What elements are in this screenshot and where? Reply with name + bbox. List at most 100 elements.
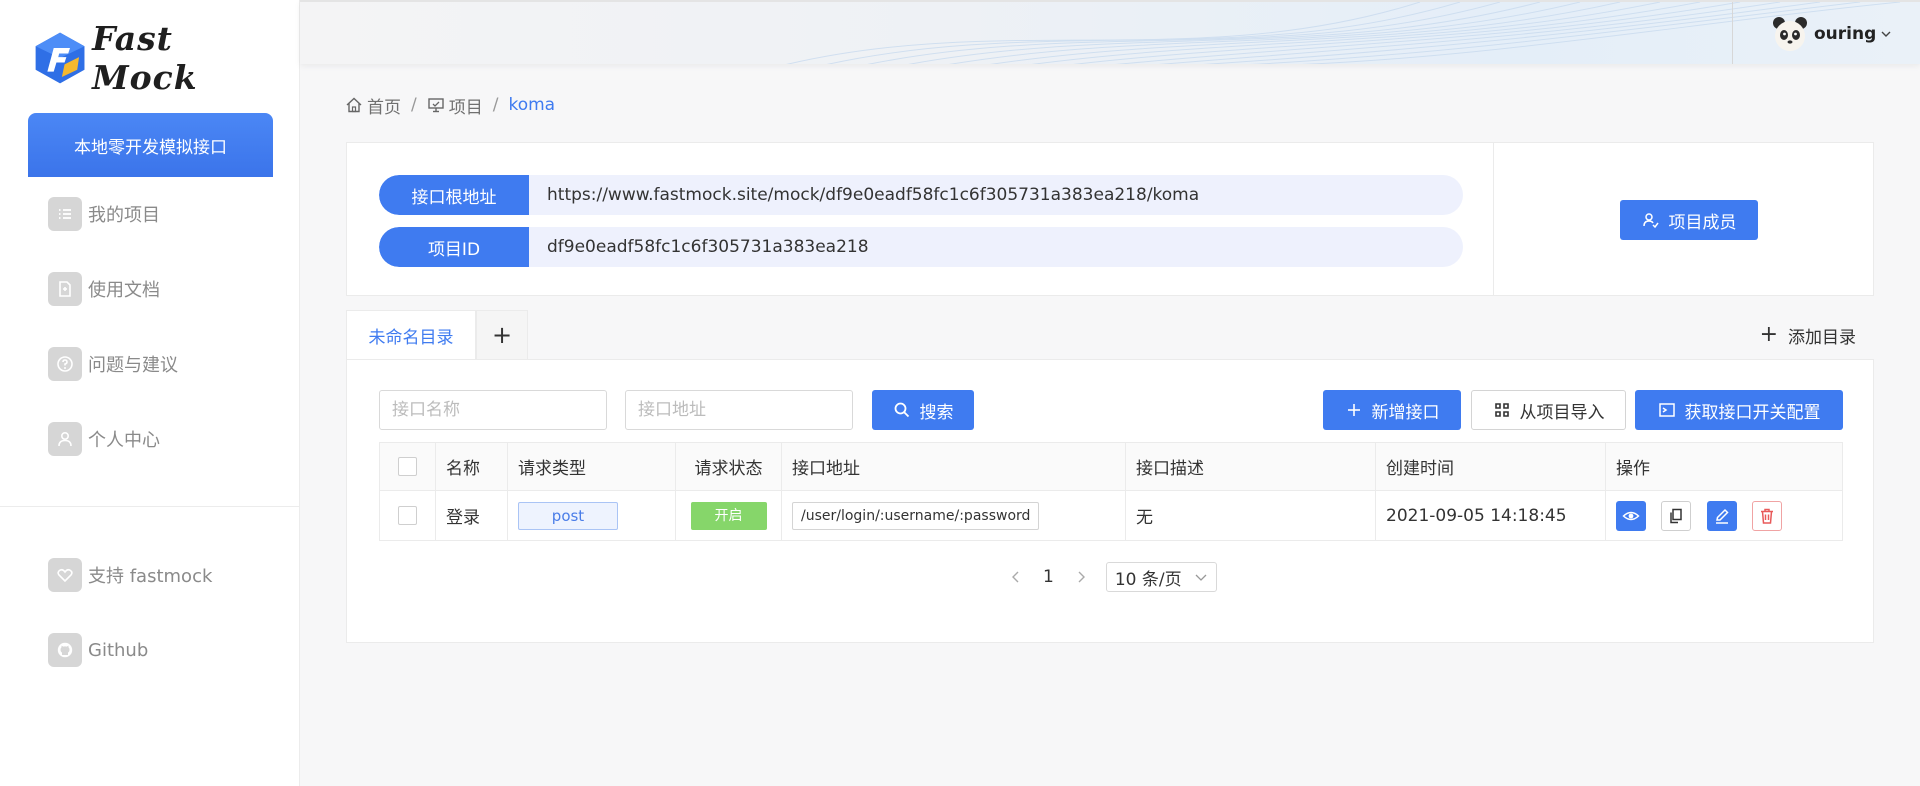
sidebar-item-label: 支持 fastmock xyxy=(88,566,213,587)
breadcrumb-current: koma xyxy=(508,95,556,115)
header-actions: 操作 xyxy=(1605,442,1843,491)
breadcrumb-separator: / xyxy=(411,95,417,115)
add-directory-label: 添加目录 xyxy=(1788,327,1856,348)
get-switch-config-button[interactable]: 获取接口开关配置 xyxy=(1635,390,1843,430)
add-tab-button[interactable]: + xyxy=(476,310,528,360)
github-icon xyxy=(48,633,82,667)
path-value[interactable]: /user/login/:username/:password xyxy=(792,501,1040,530)
row-created: 2021-09-05 14:18:45 xyxy=(1375,490,1606,541)
page-size-value: 10 条/页 xyxy=(1114,569,1182,590)
search-label: 搜索 xyxy=(919,402,954,423)
current-page[interactable]: 1 xyxy=(1043,567,1054,587)
root-url-label: 接口根地址 xyxy=(379,175,529,215)
top-header: ouring xyxy=(300,0,1920,64)
trash-icon xyxy=(1761,508,1774,524)
breadcrumb-projects-label: 项目 xyxy=(448,97,483,118)
sidebar-divider xyxy=(0,506,300,507)
tab-unnamed-directory[interactable]: 未命名目录 xyxy=(346,310,476,360)
project-members-label: 项目成员 xyxy=(1668,212,1737,233)
prev-page-icon[interactable] xyxy=(1009,570,1023,584)
new-api-button[interactable]: 新增接口 xyxy=(1323,390,1461,430)
header-name: 名称 xyxy=(435,442,508,491)
breadcrumb-projects[interactable]: 项目 xyxy=(427,93,483,118)
breadcrumb-separator: / xyxy=(492,95,499,115)
sidebar-item-label: 使用文档 xyxy=(88,280,160,301)
api-table: 名称 请求类型 请求状态 接口地址 接口描述 创建时间 操作 登录 post 开… xyxy=(379,442,1843,541)
table-row: 登录 post 开启 /user/login/:username/:passwo… xyxy=(379,490,1843,541)
header-wave-decoration xyxy=(786,2,1901,64)
chevron-down-icon xyxy=(1881,31,1891,37)
new-api-label: 新增接口 xyxy=(1371,402,1440,423)
terminal-icon xyxy=(1658,403,1675,417)
import-label: 从项目导入 xyxy=(1519,402,1605,423)
document-icon xyxy=(48,272,82,306)
breadcrumb-home-label: 首页 xyxy=(367,97,401,118)
edit-icon xyxy=(1715,508,1729,524)
root-url-row: 接口根地址 https://www.fastmock.site/mock/df9… xyxy=(379,175,1463,215)
sidebar-item-label: 个人中心 xyxy=(88,430,160,451)
row-status-cell: 开启 xyxy=(675,490,782,541)
add-directory-button[interactable]: + 添加目录 xyxy=(1760,322,1856,348)
status-toggle[interactable]: 开启 xyxy=(690,501,767,530)
header-description: 接口描述 xyxy=(1125,442,1376,491)
row-description: 无 xyxy=(1125,490,1376,541)
header-path: 接口地址 xyxy=(781,442,1126,491)
pagination: 1 10 条/页 xyxy=(1009,562,1217,592)
header-created: 创建时间 xyxy=(1375,442,1606,491)
next-page-icon[interactable] xyxy=(1074,570,1088,584)
sidebar-item-label: 我的项目 xyxy=(88,205,160,226)
page-size-select[interactable]: 10 条/页 xyxy=(1105,562,1217,592)
user-menu[interactable]: ouring xyxy=(1770,14,1892,54)
copy-button[interactable] xyxy=(1661,500,1692,531)
view-button[interactable] xyxy=(1616,500,1646,531)
sidebar-item-label: 问题与建议 xyxy=(88,355,178,376)
header-status: 请求状态 xyxy=(675,442,782,491)
method-tag: post xyxy=(518,501,618,530)
eye-icon xyxy=(1622,511,1640,520)
home-icon xyxy=(346,97,362,113)
list-icon xyxy=(48,197,82,231)
chevron-down-icon xyxy=(1195,574,1207,581)
import-from-project-button[interactable]: 从项目导入 xyxy=(1471,390,1626,430)
question-icon xyxy=(48,347,82,381)
members-icon xyxy=(1642,213,1659,229)
sidebar-item-label: Github xyxy=(88,639,149,661)
import-icon xyxy=(1494,403,1509,417)
api-name-input[interactable] xyxy=(379,390,607,430)
sidebar-item-github[interactable]: Github xyxy=(48,630,268,670)
sidebar-item-my-projects[interactable]: 我的项目 xyxy=(48,194,268,234)
edit-button[interactable] xyxy=(1706,500,1737,531)
project-id-value[interactable]: df9e0eadf58fc1c6f305731a383ea218 xyxy=(529,227,1463,267)
root-url-value[interactable]: https://www.fastmock.site/mock/df9e0eadf… xyxy=(529,175,1463,215)
sidebar-item-docs[interactable]: 使用文档 xyxy=(48,269,268,309)
copy-icon xyxy=(1670,508,1683,523)
brand-logo[interactable]: Fast Mock xyxy=(32,19,272,97)
sidebar-item-profile[interactable]: 个人中心 xyxy=(48,419,268,459)
directory-tabs: 未命名目录 + + 添加目录 xyxy=(346,310,1874,360)
promo-banner[interactable]: 本地零开发模拟接口 xyxy=(28,113,273,177)
project-id-row: 项目ID df9e0eadf58fc1c6f305731a383ea218 xyxy=(379,227,1463,267)
header-method: 请求类型 xyxy=(507,442,676,491)
row-name: 登录 xyxy=(435,490,508,541)
user-icon xyxy=(48,422,82,456)
search-button[interactable]: 搜索 xyxy=(872,390,974,430)
logo-text: Fast Mock xyxy=(92,19,198,97)
plus-icon: + xyxy=(1759,322,1778,347)
plus-icon xyxy=(1347,404,1360,416)
sidebar-item-feedback[interactable]: 问题与建议 xyxy=(48,344,268,384)
row-checkbox[interactable] xyxy=(398,506,417,525)
project-info-card: 接口根地址 https://www.fastmock.site/mock/df9… xyxy=(346,142,1874,296)
row-actions xyxy=(1605,490,1843,541)
breadcrumb-home[interactable]: 首页 xyxy=(345,93,401,118)
get-switch-config-label: 获取接口开关配置 xyxy=(1684,402,1821,423)
project-members-button[interactable]: 项目成员 xyxy=(1620,200,1758,240)
sidebar-item-support[interactable]: 支持 fastmock xyxy=(48,555,268,595)
api-list-panel: 搜索 新增接口 从项目导入 获取接口开关配置 名称 请求类型 请求状态 接口地址… xyxy=(346,359,1874,643)
sidebar: Fast Mock 本地零开发模拟接口 我的项目 使用文档 问题与建议 个人中心… xyxy=(0,0,300,786)
select-all-checkbox[interactable] xyxy=(398,457,417,476)
project-members-area: 项目成员 xyxy=(1493,143,1874,295)
row-path-cell: /user/login/:username/:password xyxy=(781,490,1126,541)
fastmock-logo-icon xyxy=(35,32,85,84)
api-path-input[interactable] xyxy=(625,390,853,430)
delete-button[interactable] xyxy=(1752,500,1783,531)
